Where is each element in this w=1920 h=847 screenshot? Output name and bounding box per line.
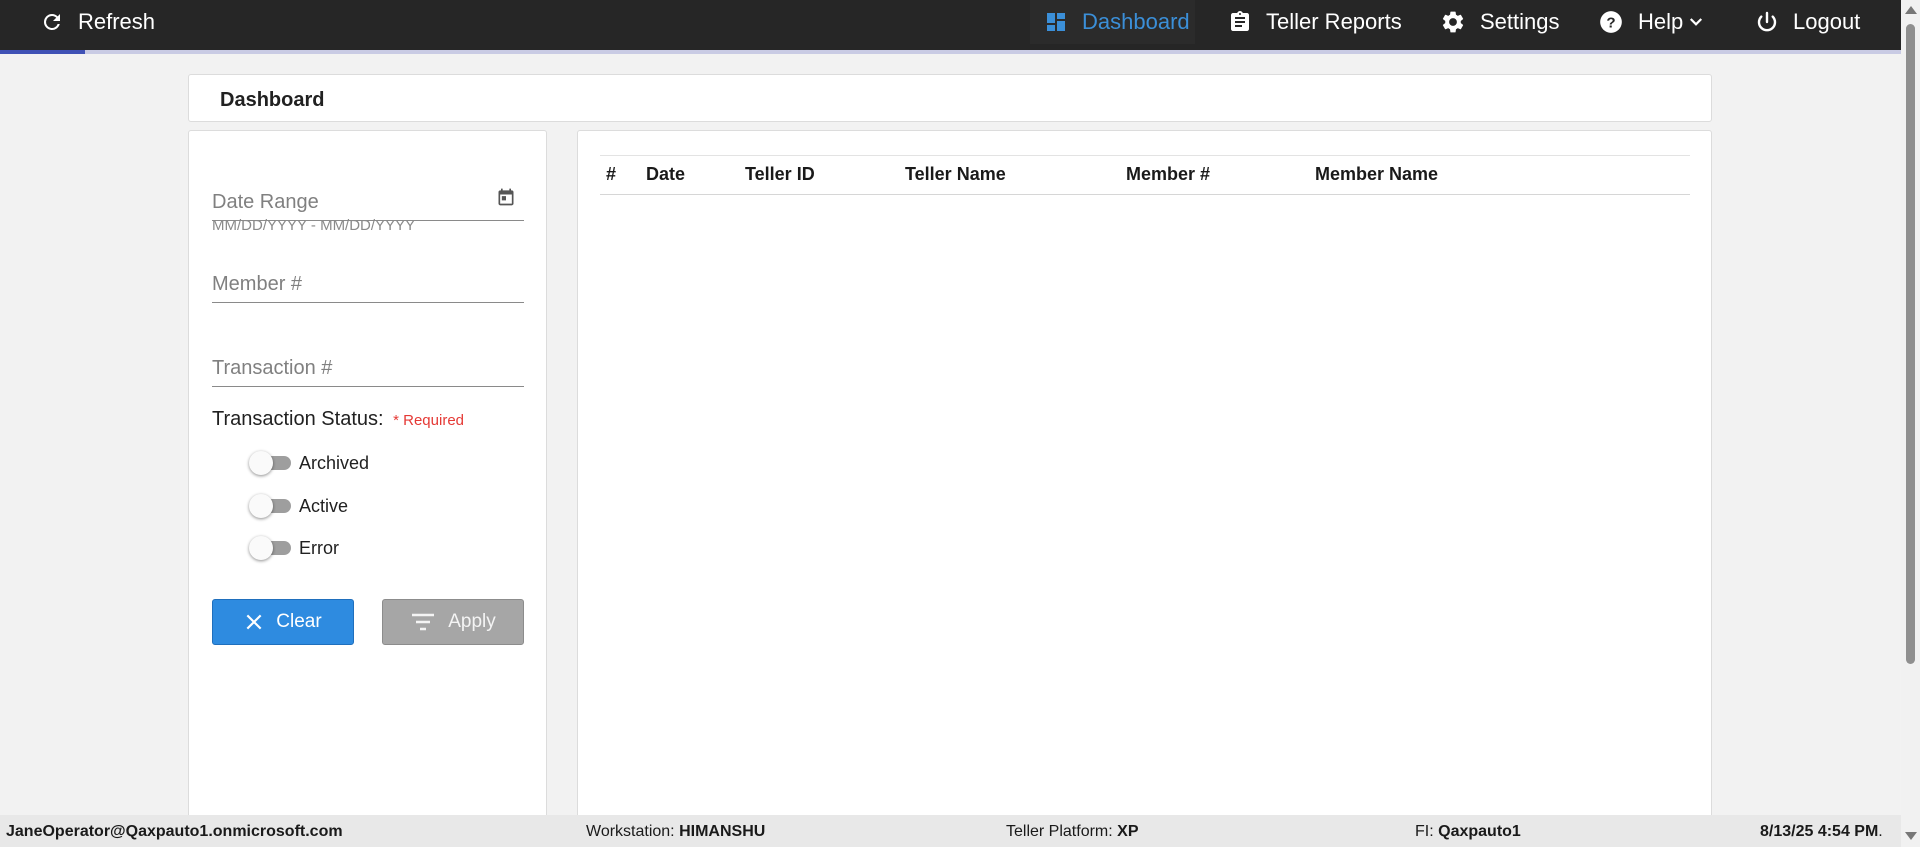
- active-toggle-label: Active: [299, 495, 349, 516]
- filter-icon: [412, 613, 435, 631]
- page-header: Dashboard: [188, 74, 1712, 122]
- fi-label: FI:: [1415, 823, 1434, 840]
- refresh-label: Refresh: [78, 9, 156, 34]
- results-panel: # Date Teller ID Teller Name Member # Me…: [577, 130, 1712, 830]
- logout-button[interactable]: Logout: [1755, 0, 1860, 44]
- loading-progress-fill: [0, 50, 85, 54]
- date-range-placeholder: Date Range: [212, 191, 319, 213]
- refresh-icon: [44, 14, 60, 30]
- required-indicator: * Required: [393, 412, 465, 429]
- column-header-teller-id[interactable]: Teller ID: [745, 164, 815, 185]
- filter-panel: Date Range MM/DD/YYYY - MM/DD/YYYY Membe…: [188, 130, 547, 830]
- apply-button-label: Apply: [448, 611, 496, 632]
- footer-datetime: 8/13/25 4:54 PM.: [1760, 823, 1883, 841]
- transaction-number-field[interactable]: Transaction #: [212, 345, 524, 393]
- nav-dashboard[interactable]: Dashboard: [1030, 0, 1195, 44]
- calendar-icon[interactable]: [496, 187, 516, 207]
- status-toggle-archived[interactable]: Archived: [249, 449, 369, 477]
- loading-progress-bar: [0, 50, 1901, 54]
- status-toggle-error[interactable]: Error: [249, 534, 339, 562]
- top-nav-bar: Refresh Dashboard Teller Reports Setting…: [0, 0, 1901, 50]
- chevron-down-icon: [1690, 18, 1703, 26]
- archived-toggle-switch[interactable]: [249, 449, 291, 477]
- page-title: Dashboard: [220, 89, 325, 111]
- column-header-date[interactable]: Date: [646, 164, 685, 185]
- nav-settings-label: Settings: [1480, 9, 1560, 34]
- nav-settings[interactable]: Settings: [1440, 0, 1560, 44]
- footer-workstation: Workstation: HIMANSHU: [586, 823, 765, 841]
- footer-user: JaneOperator@Qaxpauto1.onmicrosoft.com: [6, 823, 343, 840]
- member-number-field[interactable]: Member #: [212, 261, 524, 309]
- error-toggle-label: Error: [299, 537, 339, 558]
- clipboard-icon: [1231, 11, 1249, 31]
- archived-toggle-label: Archived: [299, 452, 370, 473]
- nav-help-label: Help: [1638, 9, 1684, 34]
- transaction-status-label: Transaction Status: * Required: [212, 408, 464, 431]
- dashboard-icon: [1047, 13, 1065, 31]
- scroll-up-arrow[interactable]: [1905, 6, 1917, 14]
- svg-text:?: ?: [1606, 14, 1615, 31]
- column-header-member-number[interactable]: Member #: [1126, 164, 1210, 185]
- nav-dashboard-label: Dashboard: [1082, 9, 1190, 34]
- workstation-label: Workstation:: [586, 823, 675, 840]
- status-toggle-active[interactable]: Active: [249, 492, 348, 520]
- fi-value: Qaxpauto1: [1438, 823, 1521, 840]
- nav-teller-reports[interactable]: Teller Reports: [1228, 0, 1402, 44]
- error-toggle-switch[interactable]: [249, 534, 291, 562]
- clear-button-label: Clear: [276, 611, 322, 632]
- column-header-teller-name[interactable]: Teller Name: [905, 164, 1006, 185]
- footer-teller-platform: Teller Platform: XP: [1006, 823, 1139, 841]
- logout-label: Logout: [1793, 9, 1861, 34]
- status-bar: JaneOperator@Qaxpauto1.onmicrosoft.com W…: [0, 815, 1901, 847]
- power-icon: [1757, 11, 1777, 32]
- clear-button[interactable]: Clear: [212, 599, 354, 645]
- footer-fi: FI: Qaxpauto1: [1415, 823, 1521, 841]
- workstation-value: HIMANSHU: [679, 823, 766, 840]
- date-range-hint: MM/DD/YYYY - MM/DD/YYYY: [212, 217, 416, 234]
- scrollbar-thumb[interactable]: [1906, 24, 1915, 664]
- transaction-number-underline: [212, 386, 524, 387]
- nav-help-menu[interactable]: ? Help: [1598, 0, 1705, 44]
- scroll-down-arrow[interactable]: [1905, 832, 1917, 840]
- table-header-row: # Date Teller ID Teller Name Member # Me…: [600, 155, 1690, 195]
- close-icon: [246, 614, 262, 630]
- active-toggle-switch[interactable]: [249, 492, 291, 520]
- vertical-scrollbar[interactable]: [1901, 0, 1920, 847]
- column-header-number[interactable]: #: [606, 164, 616, 185]
- member-number-placeholder: Member #: [212, 273, 303, 295]
- help-icon: ?: [1600, 11, 1622, 33]
- column-header-member-name[interactable]: Member Name: [1315, 164, 1438, 185]
- nav-teller-reports-label: Teller Reports: [1266, 9, 1402, 34]
- refresh-button[interactable]: Refresh: [40, 0, 155, 44]
- teller-platform-label: Teller Platform:: [1006, 823, 1113, 840]
- teller-platform-value: XP: [1117, 823, 1139, 840]
- gear-icon: [1442, 11, 1464, 33]
- transaction-status-text: Transaction Status:: [212, 408, 384, 430]
- member-number-underline: [212, 302, 524, 303]
- transaction-number-placeholder: Transaction #: [212, 357, 333, 379]
- datetime-value: 8/13/25 4:54 PM: [1760, 823, 1879, 840]
- apply-button[interactable]: Apply: [382, 599, 524, 645]
- datetime-suffix: .: [1878, 823, 1883, 840]
